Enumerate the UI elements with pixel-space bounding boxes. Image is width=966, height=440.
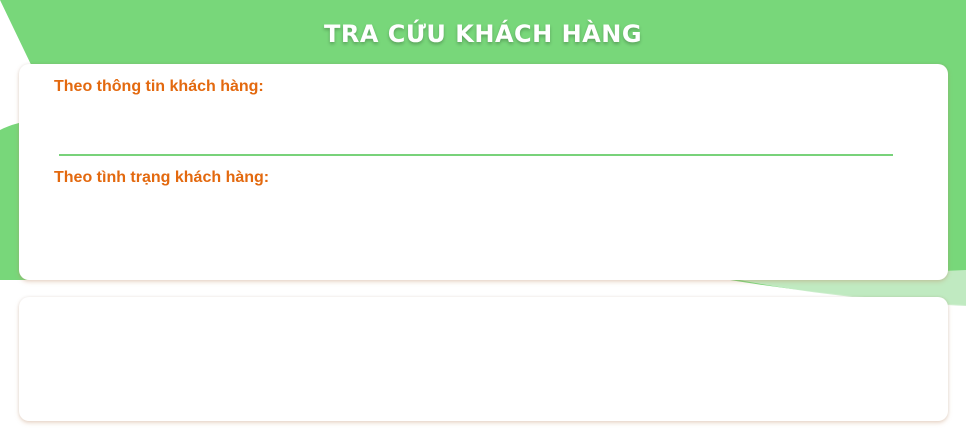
search-panel: Theo thông tin khách hàng: Theo tình trạ…	[19, 64, 948, 280]
customer-info-input[interactable]	[59, 104, 893, 156]
page-title: TRA CỨU KHÁCH HÀNG	[323, 20, 643, 48]
customer-status-options	[54, 194, 914, 264]
page: TRA CỨU KHÁCH HÀNG Theo thông tin khách …	[0, 0, 966, 440]
customer-info-label: Theo thông tin khách hàng:	[54, 78, 264, 95]
customer-status-label: Theo tình trạng khách hàng:	[54, 169, 270, 186]
results-panel	[19, 297, 948, 421]
